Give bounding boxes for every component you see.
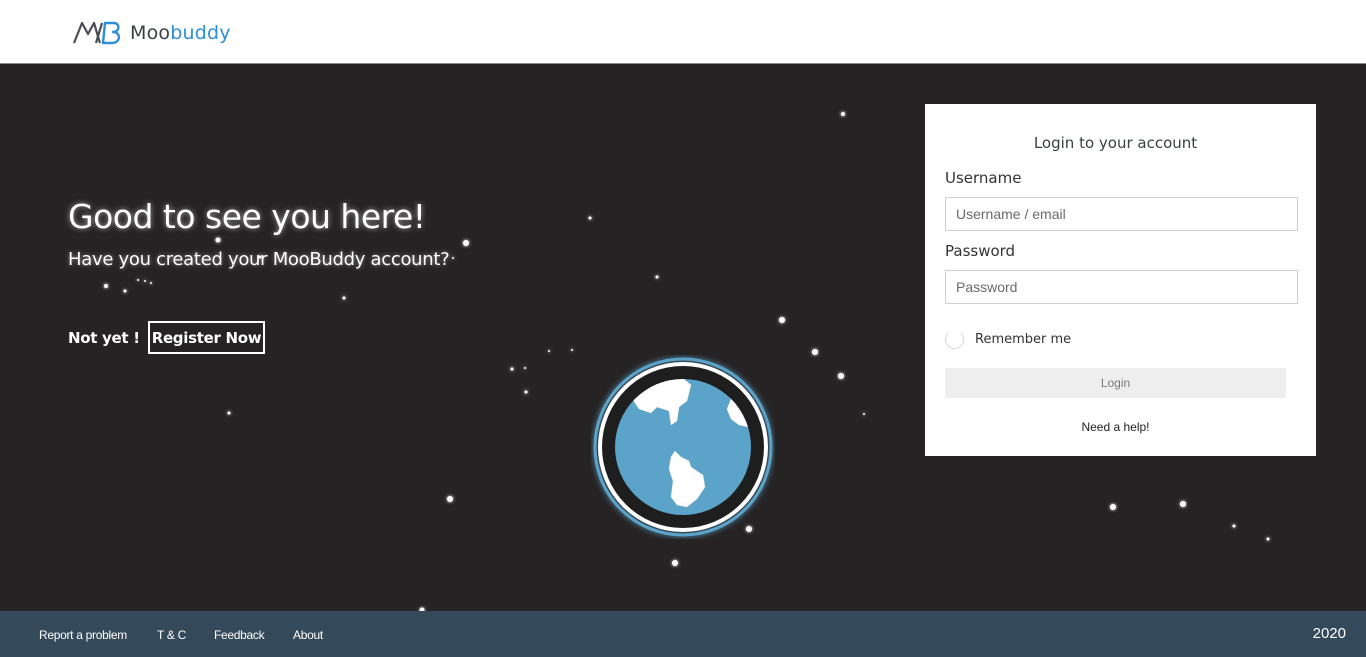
page-subheadline: Have you created your MooBuddy account? [68, 249, 450, 270]
password-label: Password [945, 242, 1016, 260]
login-button[interactable]: Login [945, 368, 1286, 398]
logo-text-moo: Moo [130, 22, 171, 44]
register-now-button[interactable]: Register Now [148, 321, 265, 354]
username-label: Username [945, 169, 1022, 187]
hero-section: Good to see you here! Have you created y… [0, 65, 1366, 611]
need-help-link[interactable]: Need a help! [925, 420, 1306, 434]
login-card: Login to your account Username Password … [925, 104, 1316, 456]
remember-me-toggle[interactable]: Remember me [945, 330, 1071, 349]
globe-icon [593, 357, 773, 537]
page-headline: Good to see you here! [68, 197, 426, 236]
login-title: Login to your account [1033, 134, 1198, 152]
moobuddy-logo[interactable]: Moobuddy [72, 20, 231, 46]
logo-text-buddy: buddy [170, 22, 231, 44]
footer-link-terms[interactable]: T & C [157, 628, 186, 642]
mb-monogram-icon [72, 21, 121, 45]
footer-link-report-problem[interactable]: Report a problem [39, 628, 127, 642]
footer-year: 2020 [1312, 625, 1346, 642]
remember-me-label: Remember me [975, 332, 1072, 347]
logo-text: Moobuddy [130, 22, 231, 44]
password-input[interactable] [945, 270, 1298, 304]
username-input[interactable] [945, 197, 1298, 231]
footer-link-about[interactable]: About [293, 628, 323, 642]
not-yet-label: Not yet ! [68, 329, 140, 347]
top-header: Moobuddy [0, 0, 1366, 64]
footer-link-feedback[interactable]: Feedback [214, 628, 265, 642]
footer: Report a problem T & C Feedback About 20… [0, 611, 1366, 657]
remember-me-checkbox[interactable] [945, 330, 964, 349]
